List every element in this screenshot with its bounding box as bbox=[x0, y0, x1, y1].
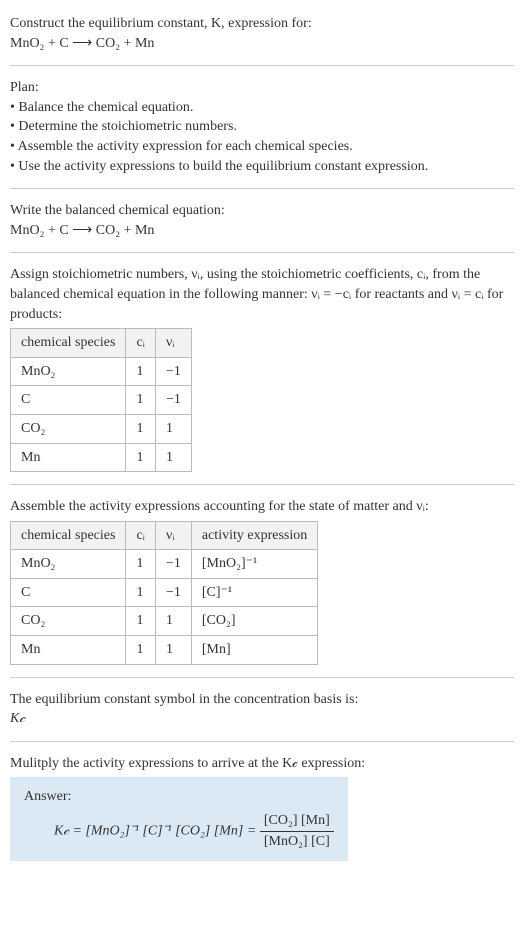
plan-bullet: • Balance the chemical equation. bbox=[10, 98, 514, 118]
cell-nui: 1 bbox=[155, 443, 191, 472]
cell-ci: 1 bbox=[126, 578, 156, 607]
plan-block: Plan: • Balance the chemical equation. •… bbox=[10, 72, 514, 182]
intro-equation: MnO₂ + C ⟶ CO₂ + Mn bbox=[10, 34, 514, 54]
col-ci: cᵢ bbox=[126, 521, 156, 550]
cell-species: CO₂ bbox=[11, 414, 126, 443]
kc-lhs: K𝒸 = [MnO₂]⁻¹ [C]⁻¹ [CO₂] [Mn] = bbox=[54, 823, 260, 838]
cell-activity: [C]⁻¹ bbox=[191, 578, 317, 607]
cell-activity: [MnO₂]⁻¹ bbox=[191, 550, 317, 579]
cell-activity: [Mn] bbox=[191, 636, 317, 665]
divider bbox=[10, 188, 514, 189]
cell-species: CO₂ bbox=[11, 607, 126, 636]
symbol-value: K𝒸 bbox=[10, 709, 514, 729]
balanced-block: Write the balanced chemical equation: Mn… bbox=[10, 195, 514, 246]
kc-denominator: [MnO₂] [C] bbox=[260, 832, 334, 852]
divider bbox=[10, 252, 514, 253]
table-row: C 1 −1 bbox=[11, 386, 192, 415]
table-row: CO₂ 1 1 [CO₂] bbox=[11, 607, 318, 636]
symbol-block: The equilibrium constant symbol in the c… bbox=[10, 684, 514, 735]
cell-species: MnO₂ bbox=[11, 357, 126, 386]
table-header-row: chemical species cᵢ νᵢ bbox=[11, 329, 192, 358]
balanced-equation: MnO₂ + C ⟶ CO₂ + Mn bbox=[10, 221, 514, 241]
cell-nui: −1 bbox=[155, 550, 191, 579]
activity-table: chemical species cᵢ νᵢ activity expressi… bbox=[10, 521, 318, 665]
balanced-heading: Write the balanced chemical equation: bbox=[10, 201, 514, 221]
divider bbox=[10, 677, 514, 678]
plan-bullet: • Use the activity expressions to build … bbox=[10, 157, 514, 177]
col-ci: cᵢ bbox=[126, 329, 156, 358]
divider bbox=[10, 65, 514, 66]
cell-ci: 1 bbox=[126, 636, 156, 665]
col-nui: νᵢ bbox=[155, 329, 191, 358]
col-species: chemical species bbox=[11, 329, 126, 358]
cell-ci: 1 bbox=[126, 357, 156, 386]
stoich-text: Assign stoichiometric numbers, νᵢ, using… bbox=[10, 265, 514, 324]
col-nui: νᵢ bbox=[155, 521, 191, 550]
cell-ci: 1 bbox=[126, 414, 156, 443]
stoich-table: chemical species cᵢ νᵢ MnO₂ 1 −1 C 1 −1 … bbox=[10, 328, 192, 472]
plan-heading: Plan: bbox=[10, 78, 514, 98]
cell-ci: 1 bbox=[126, 550, 156, 579]
activity-block: Assemble the activity expressions accoun… bbox=[10, 491, 514, 671]
table-row: MnO₂ 1 −1 [MnO₂]⁻¹ bbox=[11, 550, 318, 579]
cell-species: C bbox=[11, 578, 126, 607]
table-row: CO₂ 1 1 bbox=[11, 414, 192, 443]
cell-nui: −1 bbox=[155, 578, 191, 607]
col-activity: activity expression bbox=[191, 521, 317, 550]
plan-bullet: • Assemble the activity expression for e… bbox=[10, 137, 514, 157]
cell-species: MnO₂ bbox=[11, 550, 126, 579]
stoich-block: Assign stoichiometric numbers, νᵢ, using… bbox=[10, 259, 514, 478]
divider bbox=[10, 484, 514, 485]
cell-ci: 1 bbox=[126, 607, 156, 636]
cell-species: Mn bbox=[11, 636, 126, 665]
cell-species: C bbox=[11, 386, 126, 415]
table-row: MnO₂ 1 −1 bbox=[11, 357, 192, 386]
plan-bullet: • Determine the stoichiometric numbers. bbox=[10, 117, 514, 137]
intro-block: Construct the equilibrium constant, K, e… bbox=[10, 8, 514, 59]
symbol-heading: The equilibrium constant symbol in the c… bbox=[10, 690, 514, 710]
cell-ci: 1 bbox=[126, 443, 156, 472]
cell-nui: 1 bbox=[155, 414, 191, 443]
intro-line1: Construct the equilibrium constant, K, e… bbox=[10, 16, 312, 31]
cell-activity: [CO₂] bbox=[191, 607, 317, 636]
answer-label: Answer: bbox=[24, 787, 334, 807]
answer-box: Answer: K𝒸 = [MnO₂]⁻¹ [C]⁻¹ [CO₂] [Mn] =… bbox=[10, 777, 348, 861]
intro-text: Construct the equilibrium constant, K, e… bbox=[10, 14, 514, 34]
final-heading: Mulitply the activity expressions to arr… bbox=[10, 754, 514, 774]
kc-numerator: [CO₂] [Mn] bbox=[260, 811, 334, 832]
divider bbox=[10, 741, 514, 742]
activity-heading: Assemble the activity expressions accoun… bbox=[10, 497, 514, 517]
col-species: chemical species bbox=[11, 521, 126, 550]
cell-ci: 1 bbox=[126, 386, 156, 415]
cell-species: Mn bbox=[11, 443, 126, 472]
table-row: Mn 1 1 bbox=[11, 443, 192, 472]
answer-equation: K𝒸 = [MnO₂]⁻¹ [C]⁻¹ [CO₂] [Mn] = [CO₂] [… bbox=[24, 807, 334, 851]
cell-nui: −1 bbox=[155, 357, 191, 386]
cell-nui: 1 bbox=[155, 607, 191, 636]
table-header-row: chemical species cᵢ νᵢ activity expressi… bbox=[11, 521, 318, 550]
cell-nui: −1 bbox=[155, 386, 191, 415]
cell-nui: 1 bbox=[155, 636, 191, 665]
final-block: Mulitply the activity expressions to arr… bbox=[10, 748, 514, 867]
kc-fraction: [CO₂] [Mn] [MnO₂] [C] bbox=[260, 811, 334, 851]
table-row: Mn 1 1 [Mn] bbox=[11, 636, 318, 665]
table-row: C 1 −1 [C]⁻¹ bbox=[11, 578, 318, 607]
